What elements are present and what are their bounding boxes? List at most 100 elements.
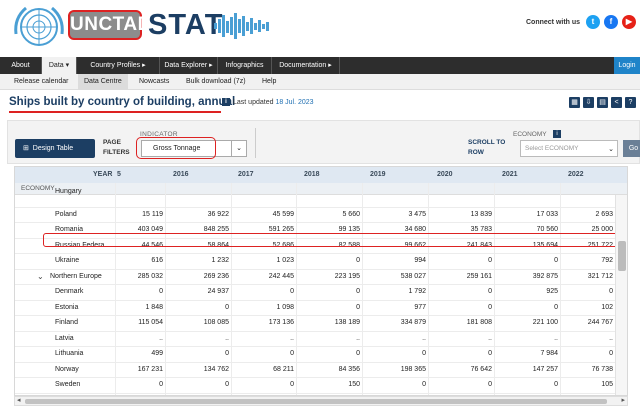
year-header[interactable]: 5 xyxy=(117,171,121,178)
table-row[interactable]: Latvia................ xyxy=(15,332,615,347)
title-underline xyxy=(9,111,221,113)
subnav-release-calendar[interactable]: Release calendar xyxy=(8,74,74,90)
table-cell: 25 000 xyxy=(591,226,613,233)
table-cell: .. xyxy=(609,334,613,342)
economy-select[interactable]: Select ECONOMY ⌄ xyxy=(520,140,618,157)
table-row[interactable]: Norway 167 231 134 762 68 211 84 356 198 365 7… xyxy=(15,363,615,378)
last-updated-label: Last updated xyxy=(233,99,274,106)
table-cell: 269 236 xyxy=(203,272,229,280)
youtube-icon[interactable]: ▶ xyxy=(622,15,636,29)
stat-logo[interactable]: STAT xyxy=(148,9,223,42)
year-header[interactable]: 2021 xyxy=(502,171,518,178)
table-cell: .. xyxy=(356,334,360,342)
unctad-logo[interactable]: UNCTAD xyxy=(68,10,151,40)
table-row[interactable]: Poland 15 119 36 922 45 599 5 660 3 475 13 839… xyxy=(15,208,615,223)
table-row[interactable]: Sweden 0 0 0 150 0 0 0 105 xyxy=(15,378,615,394)
table-cell: 0 xyxy=(290,350,294,357)
bookmark-icon[interactable]: ▤ xyxy=(597,97,608,108)
year-header[interactable]: 2020 xyxy=(437,171,453,178)
share-icon[interactable]: < xyxy=(611,97,622,108)
table-cell: 848 255 xyxy=(203,226,229,233)
year-header[interactable]: 2018 xyxy=(304,171,320,178)
table-cell: 167 231 xyxy=(137,365,163,373)
table-row[interactable]: Finland 115 054 108 085 173 136 138 189 334 8… xyxy=(15,316,615,332)
collapse-chevron-icon[interactable]: ⌄ xyxy=(37,272,44,281)
nav-about[interactable]: About xyxy=(0,57,42,74)
subnav-help[interactable]: Help xyxy=(256,74,282,90)
download-icon[interactable]: ⇩ xyxy=(583,97,594,108)
nav-data-explorer[interactable]: Data Explorer ▸ xyxy=(160,57,218,74)
vertical-scroll-thumb[interactable] xyxy=(618,241,626,271)
year-header[interactable]: 2019 xyxy=(370,171,386,178)
table-row[interactable]: Estonia 1 848 0 1 098 0 977 0 0 102 xyxy=(15,301,615,316)
horizontal-scrollbar[interactable]: ◂ ▸ xyxy=(14,396,628,406)
chevron-down-icon[interactable]: ⌄ xyxy=(608,145,614,153)
nav-data[interactable]: Data ▾ xyxy=(42,57,77,74)
vertical-scrollbar[interactable] xyxy=(615,195,627,395)
un-emblem-icon xyxy=(14,6,64,46)
table-cell: 221 100 xyxy=(532,319,558,326)
table-cell: 173 136 xyxy=(268,319,294,326)
main-nav: About Data ▾ Country Profiles ▸ Data Exp… xyxy=(0,57,640,74)
table-row[interactable]: Denmark 0 24 937 0 0 1 792 0 925 0 xyxy=(15,285,615,301)
table-cell: .. xyxy=(225,334,229,342)
table-cell: 34 680 xyxy=(404,226,426,233)
horizontal-scroll-thumb[interactable] xyxy=(25,399,607,404)
scroll-right-icon[interactable]: ▸ xyxy=(621,396,625,404)
export-table-icon[interactable]: ▦ xyxy=(569,97,580,108)
table-cell: 70 560 xyxy=(536,226,558,233)
go-button[interactable]: Go xyxy=(623,140,640,157)
table-cell: 0 xyxy=(225,381,229,388)
table-cell: 616 xyxy=(151,257,163,264)
table-cell: 285 032 xyxy=(137,272,163,280)
scroll-left-icon[interactable]: ◂ xyxy=(17,396,21,404)
table-cell: 0 xyxy=(356,350,360,357)
login-button[interactable]: Login xyxy=(614,57,640,74)
info-icon[interactable]: i xyxy=(222,98,230,106)
chevron-down-icon[interactable]: ⌄ xyxy=(231,141,246,156)
nav-infographics[interactable]: Infographics xyxy=(218,57,272,74)
table-cell: 108 085 xyxy=(203,319,229,326)
economy-info-icon[interactable]: i xyxy=(553,130,561,138)
table-cell: 0 xyxy=(554,381,558,388)
facebook-icon[interactable]: f xyxy=(604,15,618,29)
table-cell: 3 475 xyxy=(408,210,426,218)
subnav-data-centre[interactable]: Data Centre xyxy=(78,74,128,90)
table-row[interactable]: Ukraine 616 1 232 1 023 0 994 0 0 792 xyxy=(15,254,615,270)
table-cell: 1 098 xyxy=(276,303,294,311)
design-table-label: Design Table xyxy=(32,145,74,152)
table-row[interactable]: Hungary xyxy=(15,188,615,208)
table-cell: 2 693 xyxy=(595,210,613,218)
group-row[interactable]: ⌄ Northern Europe 285 032 269 236 242 445 223… xyxy=(15,270,615,285)
row-highlight xyxy=(43,233,627,247)
subnav-nowcasts[interactable]: Nowcasts xyxy=(133,74,175,90)
table-cell: 17 033 xyxy=(536,210,558,218)
table-cell: 591 265 xyxy=(268,226,294,233)
year-header-row: YEAR 5 2016 2017 2018 2019 2020 2021 202… xyxy=(15,167,627,183)
table-cell: 1 848 xyxy=(145,303,163,311)
year-header[interactable]: 2022 xyxy=(568,171,584,178)
year-header[interactable]: 2017 xyxy=(238,171,254,178)
table-cell: 403 049 xyxy=(137,226,163,233)
twitter-icon[interactable]: t xyxy=(586,15,600,29)
nav-documentation[interactable]: Documentation ▸ xyxy=(272,57,340,74)
design-table-button[interactable]: ⊞ Design Table xyxy=(15,139,95,158)
year-header[interactable]: 2016 xyxy=(173,171,189,178)
table-cell: 138 189 xyxy=(334,319,360,326)
data-grid: YEAR 5 2016 2017 2018 2019 2020 2021 202… xyxy=(14,166,628,396)
nav-country-profiles[interactable]: Country Profiles ▸ xyxy=(77,57,160,74)
economy-name: Finland xyxy=(55,319,78,326)
table-cell: 977 xyxy=(414,303,426,311)
table-cell: 0 xyxy=(488,350,492,357)
table-row[interactable]: Lithuania 499 0 0 0 0 0 7 984 0 xyxy=(15,347,615,363)
table-cell: 0 xyxy=(159,381,163,388)
table-cell: .. xyxy=(554,334,558,342)
filter-panel: ⊞ Design Table PAGE FILTERS INDICATOR Gr… xyxy=(7,120,640,164)
subnav-bulk-download[interactable]: Bulk download (7z) xyxy=(180,74,252,90)
help-icon[interactable]: ? xyxy=(625,97,636,108)
table-cell: 0 xyxy=(356,303,360,311)
economy-placeholder: Select ECONOMY xyxy=(525,145,579,152)
table-cell: 244 767 xyxy=(587,319,613,326)
indicator-highlight xyxy=(136,137,216,159)
table-cell: 5 660 xyxy=(342,210,360,218)
